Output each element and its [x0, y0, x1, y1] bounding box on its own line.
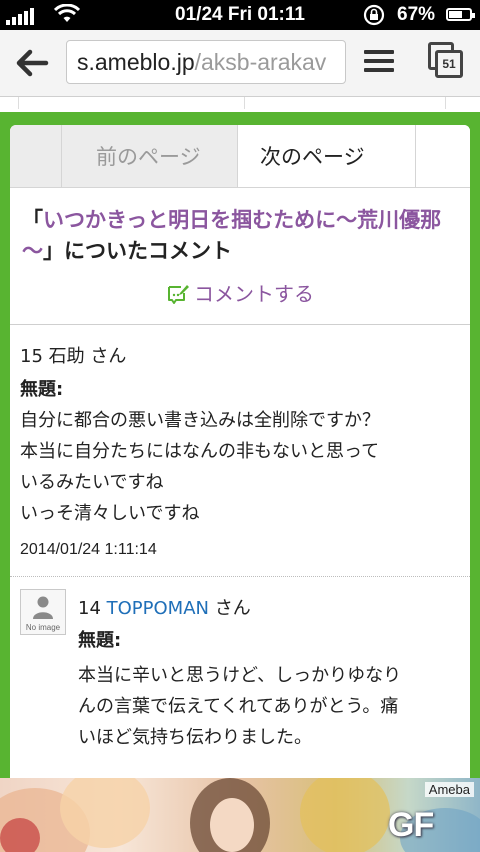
ameba-brand: Ameba [424, 782, 474, 797]
comment-number: 15 [20, 346, 43, 367]
ad-banner[interactable]: Ameba GF [0, 778, 480, 852]
comment-pencil-icon [166, 282, 190, 309]
prev-page-button[interactable]: 前のページ [62, 125, 238, 187]
rotation-lock-icon [362, 4, 386, 32]
comment-line: 本当に辛いと思うけど、しっかりゆなり [78, 665, 402, 686]
title-tail: 」についたコメント [43, 239, 232, 263]
comment-divider [10, 576, 470, 577]
battery-icon [446, 8, 475, 21]
post-title: 「いつかきっと明日を掴むために～荒川優那～」についたコメント [22, 205, 462, 267]
pager: 前のページ 次のページ [10, 125, 470, 188]
comment-honorific: さん [214, 598, 251, 619]
comment-line: 本当に自分たちにはなんの非もないと思って [20, 441, 380, 462]
comment-line: んの言葉で伝えてくれてありがとう。痛 [78, 696, 399, 717]
battery-percentage: 67% [397, 4, 436, 25]
next-page-button[interactable]: 次のページ [238, 125, 416, 187]
avatar-caption: No image [25, 623, 61, 632]
comment-line: 自分に都合の悪い書き込みは全削除ですか？ [20, 410, 380, 431]
tabs-count: 51 [435, 50, 463, 78]
comment-line: いっそ清々しいですね [20, 503, 200, 524]
last-page-button[interactable] [416, 125, 470, 187]
comment-honorific: さん [90, 346, 127, 367]
url-bar[interactable]: s.ameblo.jp/aksb-arakav [66, 40, 346, 84]
comment-date: 2014/01/24 1:11:14 [20, 541, 157, 558]
comment-line: いるみたいですね [20, 472, 164, 493]
back-arrow-icon[interactable] [14, 47, 50, 79]
gf-logo: GF [388, 806, 434, 844]
url-path: /aksb-arakav [194, 49, 327, 75]
browser-toolbar: s.ameblo.jp/aksb-arakav 51 [0, 30, 480, 97]
comment-subject: 無題: [20, 379, 64, 400]
comment-number: 14 [78, 598, 101, 619]
menu-icon[interactable] [364, 50, 394, 76]
tabs-icon[interactable]: 51 [428, 42, 464, 80]
title-open-bracket: 「 [22, 208, 43, 232]
comment-subject: 無題: [78, 630, 122, 651]
first-page-button[interactable] [10, 125, 62, 187]
prev-page-label: 前のページ [96, 145, 201, 169]
comment-line: いほど気持ち伝わりました。 [78, 727, 312, 748]
comment-15-body: 自分に都合の悪い書き込みは全削除ですか？ 本当に自分たちにはなんの非もないと思っ… [20, 405, 380, 529]
avatar-placeholder-icon [33, 596, 53, 619]
comment-author: 石助 [48, 346, 85, 367]
previous-content-strip [0, 97, 480, 109]
comment-15-header: 15 石助 さん [20, 342, 126, 368]
next-page-label: 次のページ [260, 145, 365, 169]
url-host: s.ameblo.jp [77, 49, 195, 75]
status-bar: 01/24 Fri 01:11 67% [0, 0, 480, 30]
comment-button-label: コメントする [194, 282, 314, 306]
avatar[interactable]: No image [20, 589, 66, 635]
divider [10, 324, 470, 325]
comment-button[interactable]: コメントする [0, 278, 480, 309]
comment-14-header: 14 TOPPOMAN さん [78, 594, 251, 620]
comment-author-link[interactable]: TOPPOMAN [107, 598, 209, 619]
comment-14-body: 本当に辛いと思うけど、しっかりゆなり んの言葉で伝えてくれてありがとう。痛 いほ… [78, 660, 401, 753]
